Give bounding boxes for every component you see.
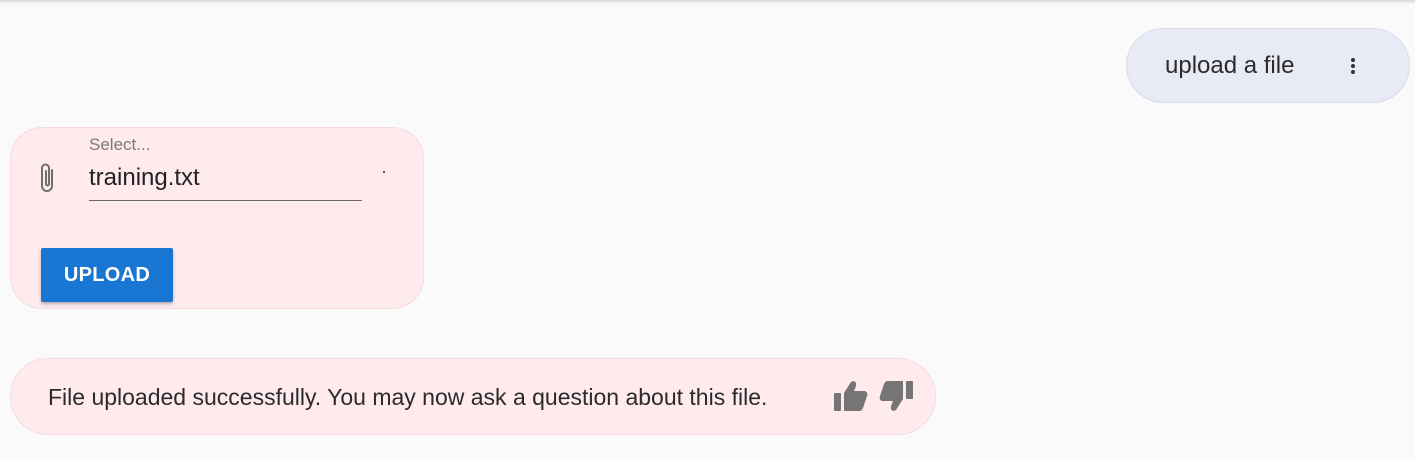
top-shadow	[0, 0, 1415, 4]
thumbs-down-icon[interactable]	[878, 379, 914, 413]
upload-button[interactable]: UPLOAD	[41, 248, 173, 302]
file-select-label: Select...	[89, 135, 151, 154]
dropdown-indicator	[383, 171, 385, 173]
paperclip-icon	[35, 160, 59, 196]
file-select-field[interactable]: training.txt	[89, 164, 362, 201]
upload-form-bubble: Select... training.txt UPLOAD	[10, 127, 424, 309]
user-message-bubble: upload a file	[1126, 28, 1410, 103]
thumbs-up-icon[interactable]	[833, 379, 869, 413]
bot-message-text: File uploaded successfully. You may now …	[48, 384, 768, 410]
more-vert-icon[interactable]	[1341, 54, 1365, 78]
user-message-text: upload a file	[1165, 52, 1295, 79]
bot-message-bubble: File uploaded successfully. You may now …	[10, 358, 936, 435]
